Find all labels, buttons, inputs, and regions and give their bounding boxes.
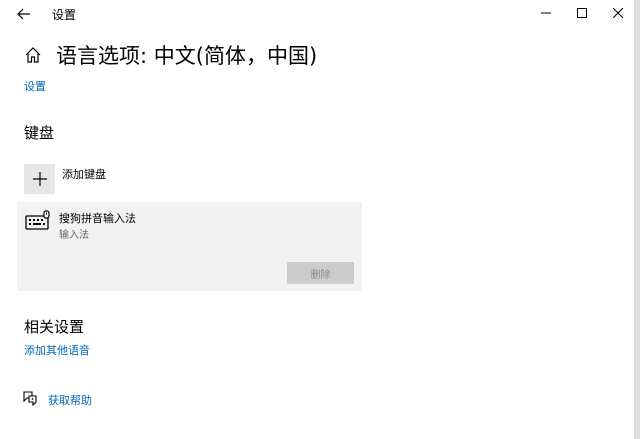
add-keyboard-label[interactable]: 添加键盘 (62, 166, 106, 182)
add-other-voice-link[interactable]: 添加其他语音 (24, 342, 90, 358)
help-chat-icon (23, 391, 37, 406)
settings-window: 设置 语言选项: 中文(简体，中国) 设置 键盘 添加键盘 搜狗拼音输入法 输入… (0, 0, 640, 439)
window-title: 设置 (52, 8, 77, 22)
back-arrow-icon (17, 8, 30, 20)
page-title: 语言选项: 中文(简体，中国) (56, 44, 318, 68)
breadcrumb-settings-link[interactable]: 设置 (24, 78, 46, 94)
back-button[interactable] (12, 3, 36, 25)
ime-subtitle: 输入法 (59, 230, 89, 241)
ime-name: 搜狗拼音输入法 (59, 212, 136, 225)
plus-icon (32, 172, 47, 186)
minimize-button[interactable] (528, 2, 564, 24)
home-icon[interactable] (24, 46, 42, 64)
keyboard-icon (25, 210, 50, 230)
add-keyboard-button[interactable] (24, 164, 55, 194)
window-edge (634, 0, 640, 439)
maximize-icon (577, 8, 587, 18)
close-icon (613, 8, 623, 18)
related-settings-heading: 相关设置 (24, 318, 85, 336)
remove-button[interactable]: 删除 (287, 262, 354, 284)
maximize-button[interactable] (564, 2, 600, 24)
keyboard-heading: 键盘 (24, 124, 55, 142)
ime-list-item[interactable]: 搜狗拼音输入法 输入法 删除 (17, 202, 362, 291)
minimize-icon (541, 12, 551, 14)
title-bar: 设置 (0, 0, 640, 28)
get-help-link[interactable]: 获取帮助 (48, 392, 92, 408)
close-button[interactable] (600, 2, 636, 24)
